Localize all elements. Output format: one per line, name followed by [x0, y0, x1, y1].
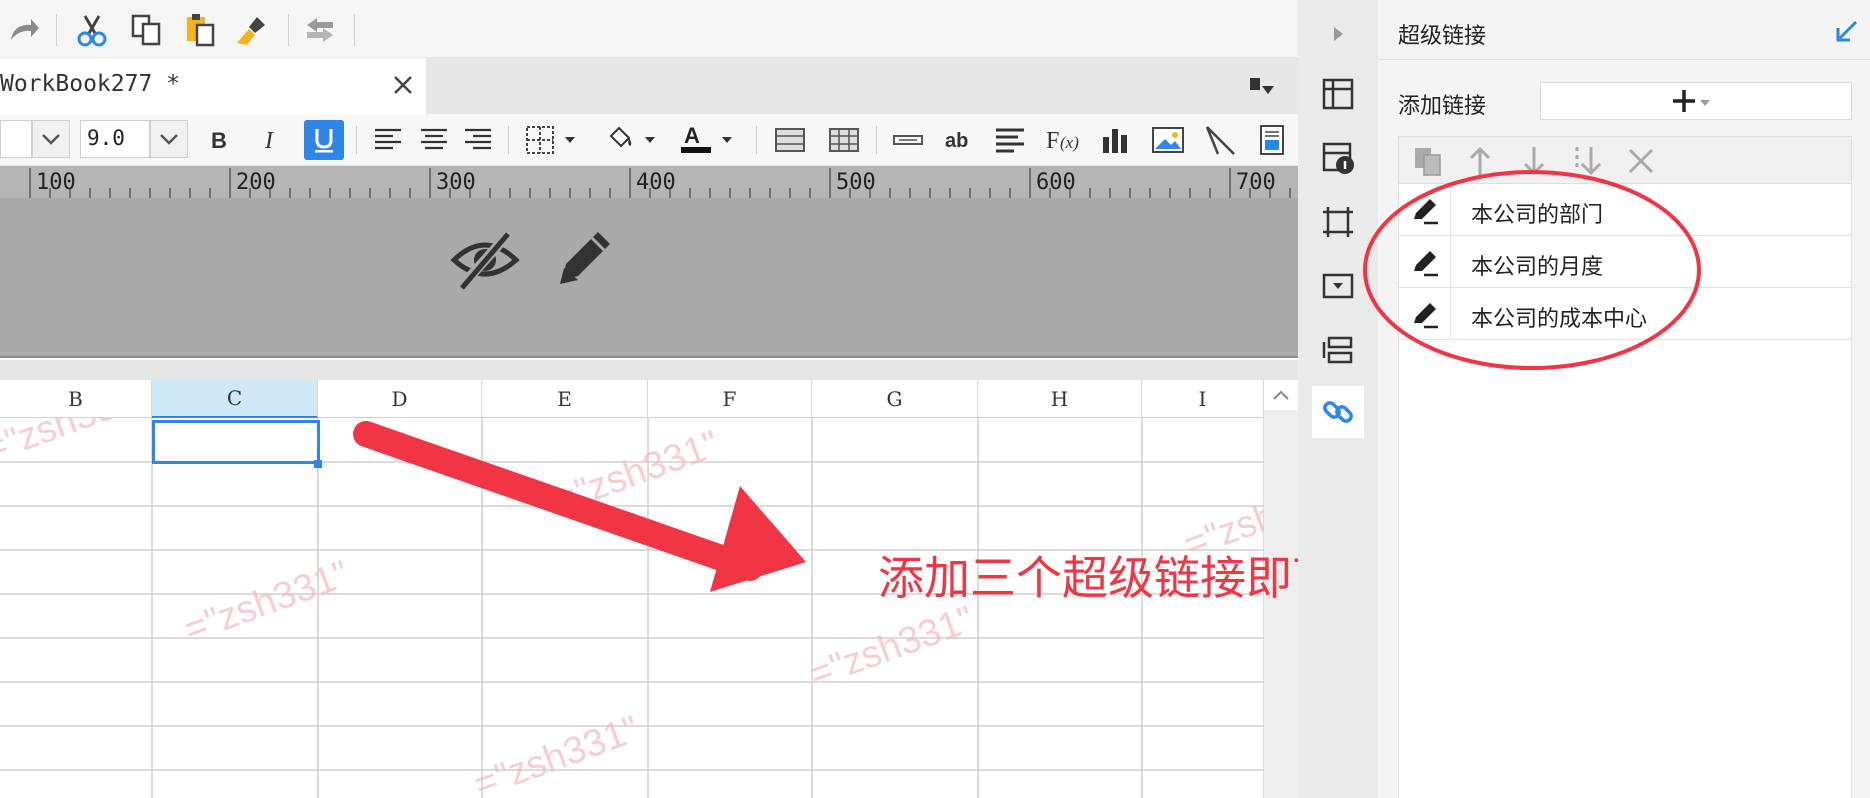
chart-icon[interactable]: [1096, 122, 1136, 158]
panel-header: 超级链接: [1378, 0, 1870, 60]
cell-attribute-icon[interactable]: [1312, 68, 1364, 120]
document-tab-title: WorkBook277 *: [0, 71, 181, 97]
separator: [288, 14, 289, 46]
text-field-icon[interactable]: [888, 122, 928, 158]
slash-line-icon[interactable]: [1200, 122, 1240, 158]
tab-menu-icon[interactable]: [1248, 74, 1278, 100]
watermark: ="zsh331": [0, 418, 154, 471]
add-link-label: 添加链接: [1398, 93, 1487, 118]
tab-bar: WorkBook277 *: [0, 58, 1298, 114]
collapse-arrow-icon[interactable]: [1312, 8, 1364, 60]
format-toolbar: 9.0 B I A ab F (x): [0, 114, 1298, 166]
font-size-value: 9.0: [87, 126, 125, 150]
image-icon[interactable]: [1148, 122, 1188, 158]
column-header-cell[interactable]: H: [978, 380, 1142, 418]
ruler-label: 600: [1036, 170, 1076, 195]
separator: [756, 126, 757, 154]
font-family-dropdown[interactable]: [32, 120, 70, 158]
font-size-dropdown[interactable]: [150, 120, 188, 158]
add-link-button[interactable]: [1540, 82, 1852, 120]
selected-cell[interactable]: [152, 420, 320, 464]
font-family-select[interactable]: [0, 120, 32, 158]
separator: [356, 126, 357, 154]
svg-text:F: F: [1046, 128, 1059, 154]
ruler-label: 700: [1236, 170, 1276, 195]
align-center-icon[interactable]: [416, 122, 452, 158]
font-size-field[interactable]: 9.0: [80, 120, 150, 158]
fill-handle[interactable]: [314, 460, 322, 468]
edit-pencil-icon[interactable]: [552, 224, 618, 290]
column-header-cell[interactable]: F: [648, 380, 812, 418]
report-header-band: [0, 198, 1298, 358]
ruler: 100 200 300 400 500 600 700: [0, 166, 1298, 198]
svg-text:ab: ab: [945, 130, 968, 152]
italic-icon[interactable]: I: [256, 122, 286, 158]
column-header-cell[interactable]: G: [812, 380, 978, 418]
cut-icon[interactable]: [72, 10, 112, 50]
panel-title: 超级链接: [1398, 23, 1487, 48]
ruler-label: 500: [836, 170, 876, 195]
font-color-icon[interactable]: A: [676, 122, 744, 158]
hyperlink-panel: 超级链接 添加链接 本公司的部门 本公司的月度 本公司的成本中心: [1378, 0, 1870, 798]
side-icon-bar: [1298, 0, 1378, 798]
align-left-icon[interactable]: [370, 122, 406, 158]
border-icon[interactable]: [520, 122, 586, 158]
svg-text:B: B: [211, 128, 227, 152]
ruler-label: 300: [436, 170, 476, 195]
paragraph-icon[interactable]: [990, 122, 1030, 158]
separator: [876, 126, 877, 154]
format-painter-icon[interactable]: [232, 10, 272, 50]
form-icon[interactable]: [1252, 122, 1292, 158]
document-tab[interactable]: WorkBook277 *: [0, 58, 426, 114]
scroll-up-icon[interactable]: [1264, 380, 1298, 410]
separator: [508, 126, 509, 154]
bold-icon[interactable]: B: [204, 122, 234, 158]
column-header-cell[interactable]: I: [1142, 380, 1264, 418]
ruler-label: 400: [636, 170, 676, 195]
svg-text:A: A: [684, 123, 700, 148]
copy-icon[interactable]: [126, 10, 166, 50]
svg-text:I: I: [264, 128, 274, 152]
fill-color-icon[interactable]: [600, 122, 666, 158]
column-header-cell[interactable]: D: [318, 380, 482, 418]
grid-gap: [0, 360, 1298, 380]
column-header-cell[interactable]: E: [482, 380, 648, 418]
separator: [56, 14, 57, 46]
swap-icon[interactable]: [300, 10, 340, 50]
underline-icon[interactable]: [304, 120, 344, 160]
ruler-label: 100: [36, 170, 76, 195]
highlight-ellipse: [1363, 170, 1701, 370]
align-right-icon[interactable]: [460, 122, 496, 158]
column-header-cell[interactable]: B: [0, 380, 152, 418]
annotation-arrow: [353, 421, 806, 592]
hyperlink-icon[interactable]: [1312, 386, 1364, 438]
column-header-cell-selected[interactable]: C: [152, 380, 318, 418]
formula-icon[interactable]: F (x): [1042, 122, 1086, 158]
panel-collapse-icon[interactable]: [1834, 18, 1860, 44]
column-header: B C D E F G H I: [0, 380, 1264, 418]
top-toolbar: [0, 0, 1298, 58]
watermark: ="zsh331": [179, 553, 355, 651]
paste-icon[interactable]: [180, 10, 220, 50]
text-icon[interactable]: ab: [940, 122, 980, 158]
close-tab-icon[interactable]: [392, 74, 414, 96]
svg-text:(x): (x): [1060, 133, 1079, 152]
watermark: ="zsh331": [469, 708, 645, 798]
hide-eye-icon[interactable]: [450, 226, 520, 292]
split-cells-icon[interactable]: [824, 122, 864, 158]
redo-icon[interactable]: [4, 10, 44, 50]
separator: [354, 14, 355, 46]
ruler-label: 200: [236, 170, 276, 195]
merge-cells-icon[interactable]: [770, 122, 810, 158]
